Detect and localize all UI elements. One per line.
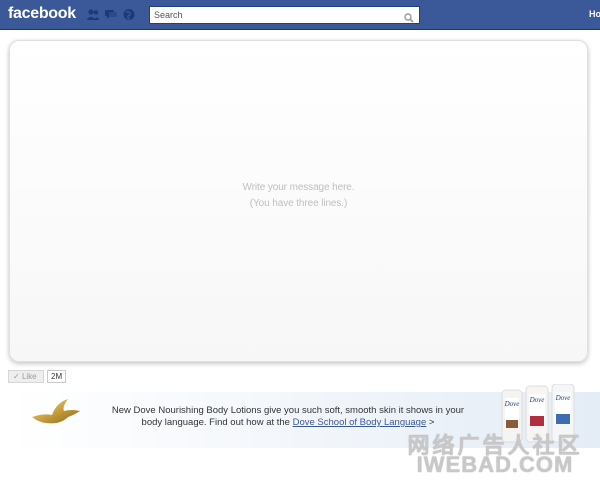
like-count: 2M bbox=[47, 370, 67, 383]
svg-text:Dove: Dove bbox=[504, 400, 520, 408]
like-check-icon: ✓ bbox=[13, 372, 20, 381]
notifications-icon[interactable] bbox=[122, 8, 136, 21]
friend-requests-icon[interactable] bbox=[86, 8, 100, 21]
svg-text:Dove: Dove bbox=[529, 396, 545, 404]
search-magnifier-icon[interactable] bbox=[404, 10, 414, 28]
top-navigation-bar: facebook Ho bbox=[0, 0, 600, 30]
search-input[interactable] bbox=[154, 8, 399, 22]
messages-icon[interactable] bbox=[104, 8, 118, 21]
ad-copy: New Dove Nourishing Body Lotions give yo… bbox=[108, 405, 468, 429]
watermark-english: IWEBAD.COM bbox=[416, 452, 574, 477]
home-link[interactable]: Ho bbox=[589, 9, 600, 19]
message-line-1: Write your message here. bbox=[242, 182, 355, 193]
dove-school-link[interactable]: Dove School of Body Language bbox=[293, 417, 427, 428]
like-button[interactable]: ✓ Like bbox=[8, 370, 44, 383]
facebook-logo[interactable]: facebook bbox=[8, 5, 76, 23]
search-box[interactable] bbox=[149, 6, 420, 24]
message-card: Write your message here. (You have three… bbox=[9, 40, 588, 362]
svg-text:Dove: Dove bbox=[555, 394, 571, 402]
message-line-2: (You have three lines.) bbox=[249, 198, 348, 209]
ad-text-after: > bbox=[426, 417, 435, 428]
dove-bird-logo bbox=[30, 397, 82, 432]
like-label: Like bbox=[21, 372, 37, 381]
